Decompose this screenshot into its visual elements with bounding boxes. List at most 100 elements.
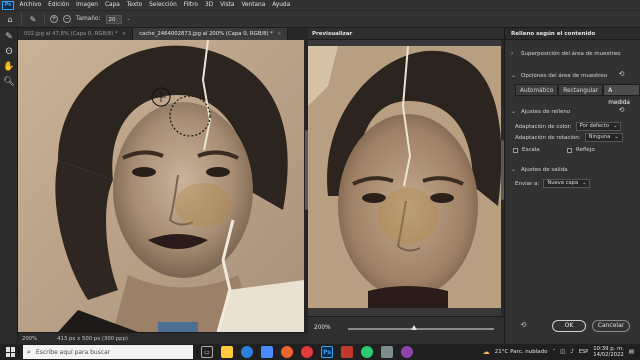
sampling-custom-button[interactable]: A medida	[603, 84, 640, 106]
windows-start-icon[interactable]	[6, 347, 16, 357]
system-tray: ☁ 21°C Parc. nublado ˄ ◫ ♪ ESP 10:39 p. …	[483, 344, 634, 360]
document-canvas[interactable]	[18, 40, 304, 332]
chevron-down-icon[interactable]: ⌄	[127, 16, 131, 22]
chevron-down-icon[interactable]: ⌄	[511, 72, 516, 79]
menu-filtro[interactable]: Filtro	[180, 2, 201, 8]
mail-icon[interactable]	[261, 346, 273, 358]
sampling-section-label: Opciones del área de muestreo	[521, 72, 608, 79]
menu-edicion[interactable]: Edición	[45, 2, 73, 8]
close-icon[interactable]: ×	[122, 31, 126, 37]
photoshop-taskbar-icon[interactable]: Ps	[321, 346, 333, 358]
size-input[interactable]: 20	[105, 14, 122, 24]
search-icon: ⌕	[27, 347, 31, 356]
tab-document-2[interactable]: cache_2464002873.jpg al 200% (Capa 0, RG…	[133, 28, 289, 40]
zoom-tool-icon[interactable]: 🔍︎	[2, 75, 16, 88]
sampling-mode-group: Automático Rectangular A medida	[515, 84, 640, 106]
menu-imagen[interactable]: Imagen	[73, 2, 102, 8]
hand-tool-icon[interactable]: ✋	[2, 60, 16, 73]
zoom-readout[interactable]: 200%	[22, 336, 37, 342]
status-bar: 200% 413 px x 500 px (300 ppp)	[18, 332, 308, 344]
file-explorer-icon[interactable]	[221, 346, 233, 358]
sampling-auto-button[interactable]: Automático	[515, 84, 559, 96]
panel-title: Relleno según el contenido	[511, 30, 596, 37]
search-placeholder: Escribe aquí para buscar	[35, 348, 111, 356]
weather-icon[interactable]: ☁	[483, 348, 490, 356]
brush-tool-icon[interactable]: ✎	[2, 30, 16, 43]
color-adaptation-label: Adaptación de color:	[515, 123, 572, 130]
cancel-button[interactable]: Cancelar	[592, 320, 630, 332]
mirror-checkbox[interactable]	[567, 147, 572, 153]
mirror-row[interactable]: Reflejo	[567, 147, 595, 153]
rotation-adaptation-select[interactable]: Ninguna ⌄	[584, 133, 623, 142]
menu-archivo[interactable]: Archivo	[16, 2, 45, 8]
chevron-down-icon[interactable]: ⌄	[511, 166, 516, 173]
menu-ventana[interactable]: Ventana	[238, 2, 269, 8]
photo-portrait-canvas	[18, 40, 304, 332]
menu-bar: Ps Archivo Edición Imagen Capa Texto Sel…	[0, 0, 640, 10]
menu-capa[interactable]: Capa	[102, 2, 124, 8]
weather-text[interactable]: 21°C Parc. nublado	[495, 349, 548, 355]
divider	[21, 13, 22, 25]
scale-label: Escala	[522, 147, 540, 153]
chevron-down-icon[interactable]: ⌄	[511, 108, 516, 115]
reset-icon[interactable]: ⟲	[617, 70, 626, 79]
tab-label: cache_2464002873.jpg al 200% (Capa 0, RG…	[139, 31, 273, 37]
output-select[interactable]: Nueva capa ⌄	[543, 179, 591, 188]
fill-section-label: Ajustes de relleno	[521, 108, 571, 115]
taskbar-search[interactable]: ⌕ Escribe aquí para buscar	[23, 345, 193, 359]
output-row: Enviar a: Nueva capa ⌄	[515, 179, 591, 188]
preview-image[interactable]	[308, 46, 501, 308]
language-icon[interactable]: ESP	[579, 349, 588, 355]
clock[interactable]: 10:39 p. m. 14/02/2022	[593, 346, 624, 358]
network-icon[interactable]: ◫	[560, 349, 565, 355]
opera-icon[interactable]	[301, 346, 313, 358]
close-icon[interactable]: ×	[277, 31, 281, 37]
brush-icon[interactable]: ✎	[27, 13, 39, 25]
menu-vista[interactable]: Vista	[217, 2, 238, 8]
tab-document-1[interactable]: 002.jpg al 47,8% (Capa 0, RGB/8) * ×	[18, 28, 134, 40]
fill-section-header[interactable]: ⌄ Ajustes de relleno	[511, 108, 570, 115]
preview-title: Previsualizar	[312, 30, 353, 37]
rotation-adaptation-row: Adaptación de rotación: Ninguna ⌄	[515, 133, 623, 142]
sampling-section-header[interactable]: ⌄ Opciones del área de muestreo	[511, 72, 607, 79]
firefox-icon[interactable]	[281, 346, 293, 358]
output-section-header[interactable]: ⌄ Ajustes de salida	[511, 166, 568, 173]
app-icon[interactable]	[401, 346, 413, 358]
add-to-area-icon[interactable]: +	[50, 15, 58, 23]
lasso-tool-icon[interactable]: ʘ	[2, 45, 16, 58]
app-icon[interactable]	[361, 346, 373, 358]
preview-header: Previsualizar	[308, 28, 504, 40]
overlay-row[interactable]: › Superposición del área de muestreo	[511, 50, 620, 57]
chevron-up-icon[interactable]: ˄	[552, 349, 555, 355]
photoshop-logo: Ps	[2, 0, 14, 10]
document-tabs: 002.jpg al 47,8% (Capa 0, RGB/8) * × cach…	[18, 28, 308, 40]
sampling-rectangular-button[interactable]: Rectangular	[558, 84, 604, 96]
output-label: Enviar a:	[515, 180, 540, 187]
menu-ayuda[interactable]: Ayuda	[269, 2, 294, 8]
scale-row[interactable]: Escala	[513, 147, 540, 153]
options-bar: ⌂ ✎ + − Tamaño: 20 ⌄	[0, 10, 640, 28]
reset-all-icon[interactable]: ⟲	[519, 321, 528, 330]
menu-texto[interactable]: Texto	[123, 2, 145, 8]
app-icon[interactable]	[381, 346, 393, 358]
select-value: Ninguna	[588, 134, 611, 140]
edge-icon[interactable]	[241, 346, 253, 358]
menu-seleccion[interactable]: Selección	[146, 2, 181, 8]
notifications-icon[interactable]: ▤	[629, 349, 634, 355]
select-value: Nueva capa	[547, 180, 579, 186]
ok-button[interactable]: OK	[552, 320, 586, 332]
home-icon[interactable]: ⌂	[4, 13, 16, 25]
volume-icon[interactable]: ♪	[570, 349, 574, 355]
chevron-right-icon[interactable]: ›	[511, 50, 516, 57]
reset-icon[interactable]: ⟲	[617, 106, 626, 115]
menu-3d[interactable]: 3D	[201, 2, 216, 8]
color-adaptation-select[interactable]: Por defecto ⌄	[575, 122, 622, 131]
chevron-down-icon: ⌄	[613, 123, 618, 129]
preview-zoom-field[interactable]: 200%	[314, 323, 336, 333]
scale-checkbox[interactable]	[513, 147, 518, 153]
task-view-icon[interactable]: ▭	[201, 346, 213, 358]
zoom-slider[interactable]	[348, 325, 494, 330]
zoom-slider-handle[interactable]	[410, 325, 417, 330]
subtract-from-area-icon[interactable]: −	[63, 15, 71, 23]
app-icon[interactable]	[341, 346, 353, 358]
